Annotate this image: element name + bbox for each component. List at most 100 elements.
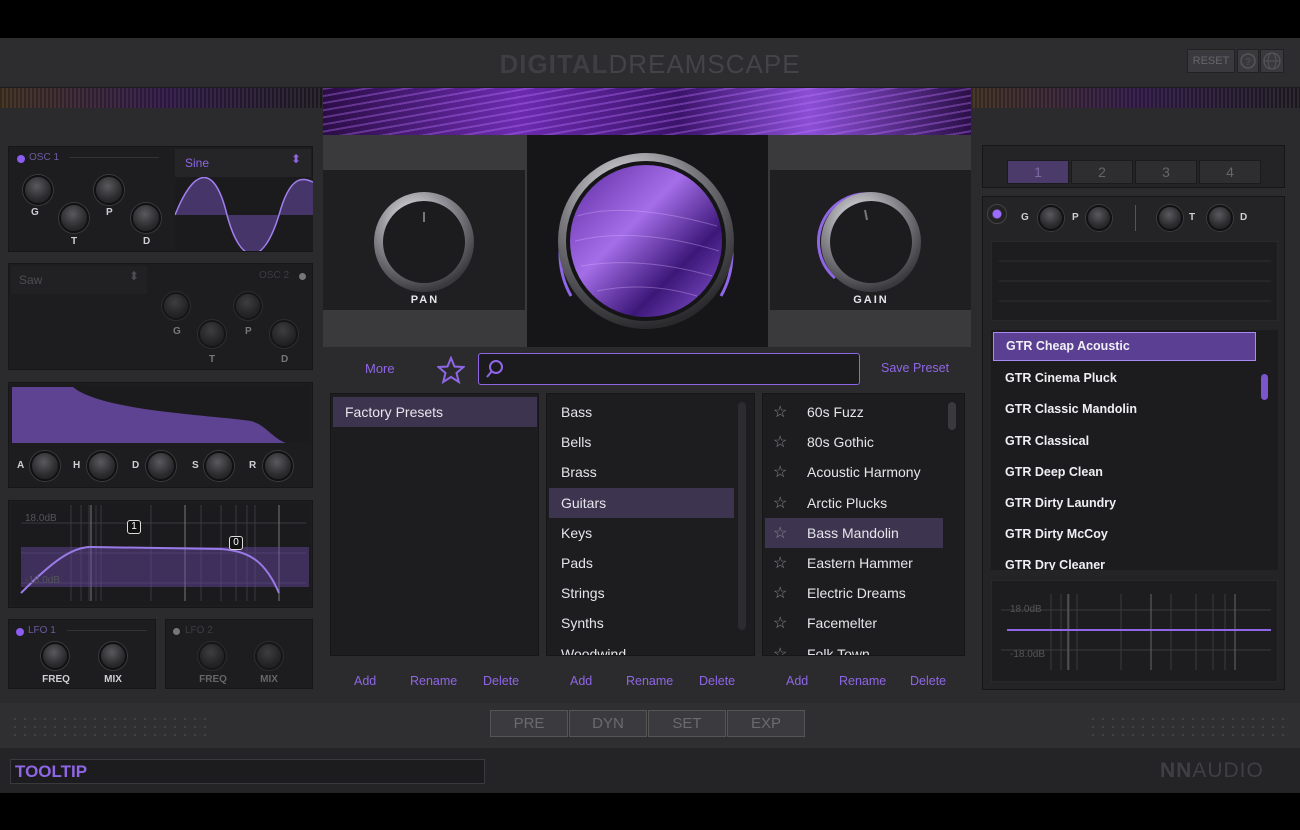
osc2-enable-toggle[interactable] <box>299 273 306 280</box>
osc2-detune-knob[interactable] <box>270 320 298 348</box>
search-input[interactable] <box>478 353 860 385</box>
env-attack-knob[interactable] <box>30 451 60 481</box>
env-sustain-knob[interactable] <box>204 451 234 481</box>
filter-band-handle[interactable]: 0 <box>229 536 243 550</box>
list-item[interactable]: GTR Dirty Laundry <box>993 488 1256 519</box>
favorite-star-icon[interactable]: ☆ <box>773 579 797 609</box>
list-item[interactable]: GTR Deep Clean <box>993 457 1256 488</box>
lfo2-freq-knob[interactable] <box>198 642 226 670</box>
list-item[interactable]: Brass <box>549 457 734 487</box>
master-orb-knob[interactable] <box>547 146 745 344</box>
list-item[interactable]: ☆ 80s Gothic <box>765 427 943 457</box>
slot-pitch-knob[interactable] <box>1086 205 1112 231</box>
category-add-button[interactable]: Add <box>570 674 592 688</box>
slot-knob-label: T <box>1189 212 1196 223</box>
list-item[interactable]: GTR Cinema Pluck <box>993 363 1256 394</box>
osc1-tune-knob[interactable] <box>59 203 89 233</box>
favorite-star-icon[interactable]: ☆ <box>773 428 797 458</box>
bank-delete-button[interactable]: Delete <box>483 674 519 688</box>
list-item[interactable]: GTR Cheap Acoustic <box>993 332 1256 361</box>
favorite-star-icon[interactable]: ☆ <box>773 489 797 519</box>
favorite-star-icon[interactable]: ☆ <box>773 549 797 579</box>
osc2-wave-select[interactable]: Saw ⬍ <box>11 266 147 294</box>
preset-list: ☆ 60s Fuzz ☆ 80s Gothic ☆ Acoustic Harmony ☆ Ar… <box>762 393 965 656</box>
list-item[interactable]: ☆ Arctic Plucks <box>765 488 943 518</box>
tab-slot-2[interactable]: 2 <box>1071 160 1133 184</box>
list-item[interactable]: ☆ Folk Town <box>765 639 943 655</box>
favorite-star-icon[interactable]: ☆ <box>773 609 797 639</box>
help-button[interactable]: ? <box>1237 49 1259 73</box>
osc2-gain-knob[interactable] <box>162 292 190 320</box>
tab-dyn[interactable]: DYN <box>569 710 647 737</box>
tab-slot-1[interactable]: 1 <box>1007 160 1069 184</box>
filter-band-handle[interactable]: 1 <box>127 520 141 534</box>
language-button[interactable] <box>1260 49 1284 73</box>
list-item[interactable]: ☆ Electric Dreams <box>765 578 943 608</box>
favorite-star-icon[interactable]: ☆ <box>773 398 797 428</box>
preset-rename-button[interactable]: Rename <box>839 674 886 688</box>
osc2-tune-knob[interactable] <box>198 320 226 348</box>
pan-knob[interactable] <box>372 190 476 294</box>
list-item[interactable]: ☆ Acoustic Harmony <box>765 457 943 487</box>
preset-scrollbar[interactable] <box>948 402 956 430</box>
more-button[interactable]: More <box>365 361 395 376</box>
save-preset-button[interactable]: Save Preset <box>881 361 949 375</box>
lfo2-mix-knob[interactable] <box>255 642 283 670</box>
list-item[interactable]: ☆ Eastern Hammer <box>765 548 943 578</box>
slot-gain-knob[interactable] <box>1038 205 1064 231</box>
lfo1-enable-toggle[interactable] <box>16 628 24 636</box>
list-item[interactable]: Bells <box>549 427 734 457</box>
osc2-pitch-knob[interactable] <box>234 292 262 320</box>
slot-enable-toggle[interactable] <box>987 204 1007 224</box>
osc1-wave-select[interactable]: Sine ⬍ <box>175 149 311 177</box>
list-item[interactable]: GTR Classic Mandolin <box>993 394 1256 425</box>
slot-tune-knob[interactable] <box>1157 205 1183 231</box>
category-scrollbar[interactable] <box>738 402 746 630</box>
osc1-detune-knob[interactable] <box>131 203 161 233</box>
input-meter <box>0 88 323 108</box>
list-item[interactable]: Strings <box>549 578 734 608</box>
list-item[interactable]: GTR Dry Cleaner <box>993 550 1256 570</box>
osc1-pitch-knob[interactable] <box>94 175 124 205</box>
env-release-knob[interactable] <box>263 451 293 481</box>
env-hold-knob[interactable] <box>87 451 117 481</box>
gain-knob[interactable] <box>815 186 927 298</box>
list-item[interactable]: GTR Classical <box>993 426 1256 457</box>
osc1-enable-toggle[interactable] <box>17 155 25 163</box>
lfo2-freq-label: FREQ <box>199 674 227 685</box>
preset-delete-button[interactable]: Delete <box>910 674 946 688</box>
slot-preset-scrollbar[interactable] <box>1261 374 1268 400</box>
slot-detune-knob[interactable] <box>1207 205 1233 231</box>
list-item[interactable]: Pads <box>549 548 734 578</box>
list-item[interactable]: ☆ 60s Fuzz <box>765 397 943 427</box>
list-item[interactable]: GTR Dirty McCoy <box>993 519 1256 550</box>
favorites-star-icon[interactable] <box>437 356 465 384</box>
list-item[interactable]: Synths <box>549 608 734 638</box>
tab-exp[interactable]: EXP <box>727 710 805 737</box>
bank-rename-button[interactable]: Rename <box>410 674 457 688</box>
tab-slot-4[interactable]: 4 <box>1199 160 1261 184</box>
preset-add-button[interactable]: Add <box>786 674 808 688</box>
env-decay-knob[interactable] <box>146 451 176 481</box>
list-item[interactable]: Factory Presets <box>333 397 537 427</box>
favorite-star-icon[interactable]: ☆ <box>773 519 797 549</box>
list-item[interactable]: Keys <box>549 518 734 548</box>
list-item[interactable]: ☆ Bass Mandolin <box>765 517 943 549</box>
favorite-star-icon[interactable]: ☆ <box>773 458 797 488</box>
bank-add-button[interactable]: Add <box>354 674 376 688</box>
osc1-gain-knob[interactable] <box>23 175 53 205</box>
list-item[interactable]: Woodwind <box>549 639 734 655</box>
category-rename-button[interactable]: Rename <box>626 674 673 688</box>
list-item[interactable]: Bass <box>549 397 734 427</box>
category-delete-button[interactable]: Delete <box>699 674 735 688</box>
tab-pre[interactable]: PRE <box>490 710 568 737</box>
lfo1-mix-knob[interactable] <box>99 642 127 670</box>
list-item[interactable]: Guitars <box>549 487 734 518</box>
lfo2-enable-toggle[interactable] <box>173 628 180 635</box>
list-item[interactable]: ☆ Facemelter <box>765 608 943 638</box>
lfo1-freq-knob[interactable] <box>41 642 69 670</box>
tab-set[interactable]: SET <box>648 710 726 737</box>
reset-button[interactable]: RESET <box>1187 49 1235 73</box>
favorite-star-icon[interactable]: ☆ <box>773 640 797 655</box>
tab-slot-3[interactable]: 3 <box>1135 160 1197 184</box>
